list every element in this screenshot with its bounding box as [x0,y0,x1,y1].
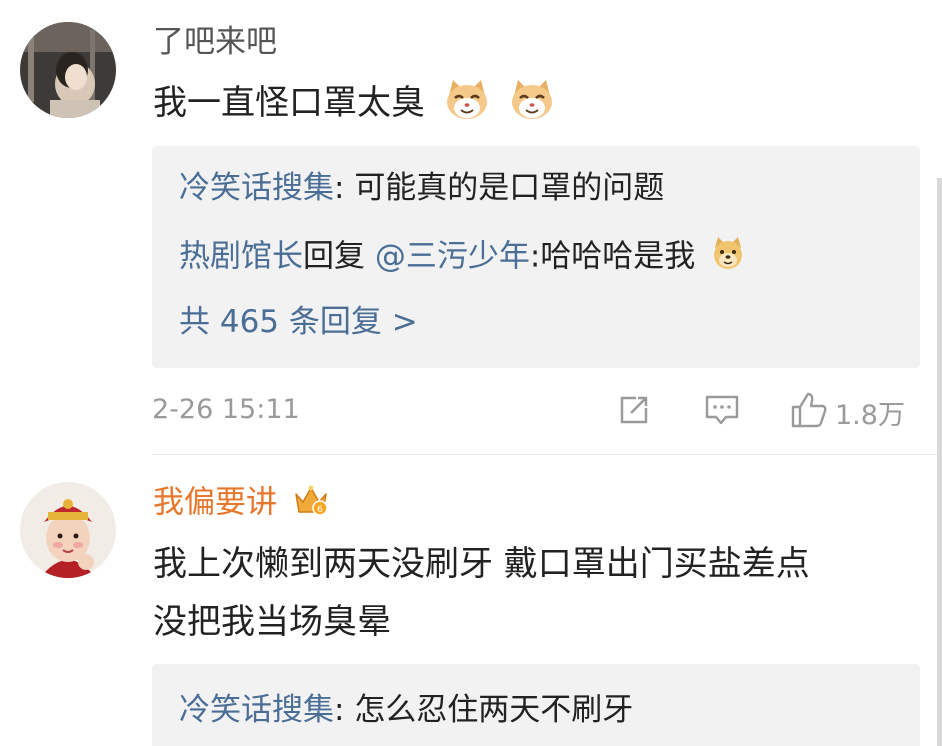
more-replies-link[interactable]: 共 465 条回复 > [179,302,418,342]
reply-preview-box[interactable]: 冷笑话搜集: 怎么忍住两天不刷牙 [152,664,920,746]
reply-item: 冷笑话搜集: 怎么忍住两天不刷牙 [179,690,633,730]
comment-timestamp: 2-26 15:11 [152,394,300,425]
share-button[interactable] [616,392,652,432]
avatar[interactable] [20,22,116,118]
comment-feed: 了吧来吧 我一直怪口罩太臭 冷笑话搜集: 可能真的是口罩的问题 热剧馆长回复 @… [0,0,942,746]
like-button[interactable]: 1.8万 [789,390,905,434]
reply-verb: 回复 [303,238,365,275]
share-icon [616,392,652,432]
doge-icon [711,236,745,280]
reply-item: 热剧馆长回复 @三污少年:哈哈哈是我 [179,236,745,280]
avatar[interactable] [20,482,116,578]
comment-username[interactable]: 了吧来吧 [153,22,277,62]
comment-username-text: 我偏要讲 [153,484,277,521]
comment-icon [703,392,741,432]
comment-username[interactable]: 我偏要讲 6 [153,482,329,526]
svg-text:6: 6 [317,505,323,515]
comment-text: 我一直怪口罩太臭 [153,78,555,131]
reply-mention[interactable]: @三污少年 [375,239,530,275]
comment-item: 了吧来吧 我一直怪口罩太臭 冷笑话搜集: 可能真的是口罩的问题 热剧馆长回复 @… [0,0,942,460]
cat-face-icon [509,78,555,131]
comment-text: 没把我当场臭晕 [153,602,391,642]
comment-text: 我上次懒到两天没刷牙 戴口罩出门买盐差点 [153,544,810,584]
reply-separator: : [334,692,355,728]
cat-face-icon [444,78,490,131]
comment-text-body: 我一直怪口罩太臭 [153,83,425,123]
reply-body: 可能真的是口罩的问题 [354,170,665,206]
reply-body: 怎么忍住两天不刷牙 [354,692,634,728]
reply-author[interactable]: 冷笑话搜集 [179,692,334,728]
comment-item: 我偏要讲 6 我上次懒到两天没刷牙 戴口罩出门买盐差点 没把我当场臭晕 冷笑话搜… [0,460,942,746]
scrollbar[interactable] [937,178,942,746]
reply-body: 哈哈哈是我 [540,238,696,275]
comment-button[interactable] [703,392,741,432]
reply-separator: : [529,238,541,275]
reply-separator: : [334,170,355,206]
crown-icon: 6 [293,482,329,526]
reply-author[interactable]: 热剧馆长 [179,239,303,275]
thumbs-up-icon [789,390,829,434]
reply-item: 冷笑话搜集: 可能真的是口罩的问题 [179,168,664,208]
divider [152,454,942,455]
reply-author[interactable]: 冷笑话搜集 [179,170,334,206]
reply-preview-box[interactable]: 冷笑话搜集: 可能真的是口罩的问题 热剧馆长回复 @三污少年:哈哈哈是我 共 4… [152,146,920,368]
like-count: 1.8万 [835,399,905,431]
